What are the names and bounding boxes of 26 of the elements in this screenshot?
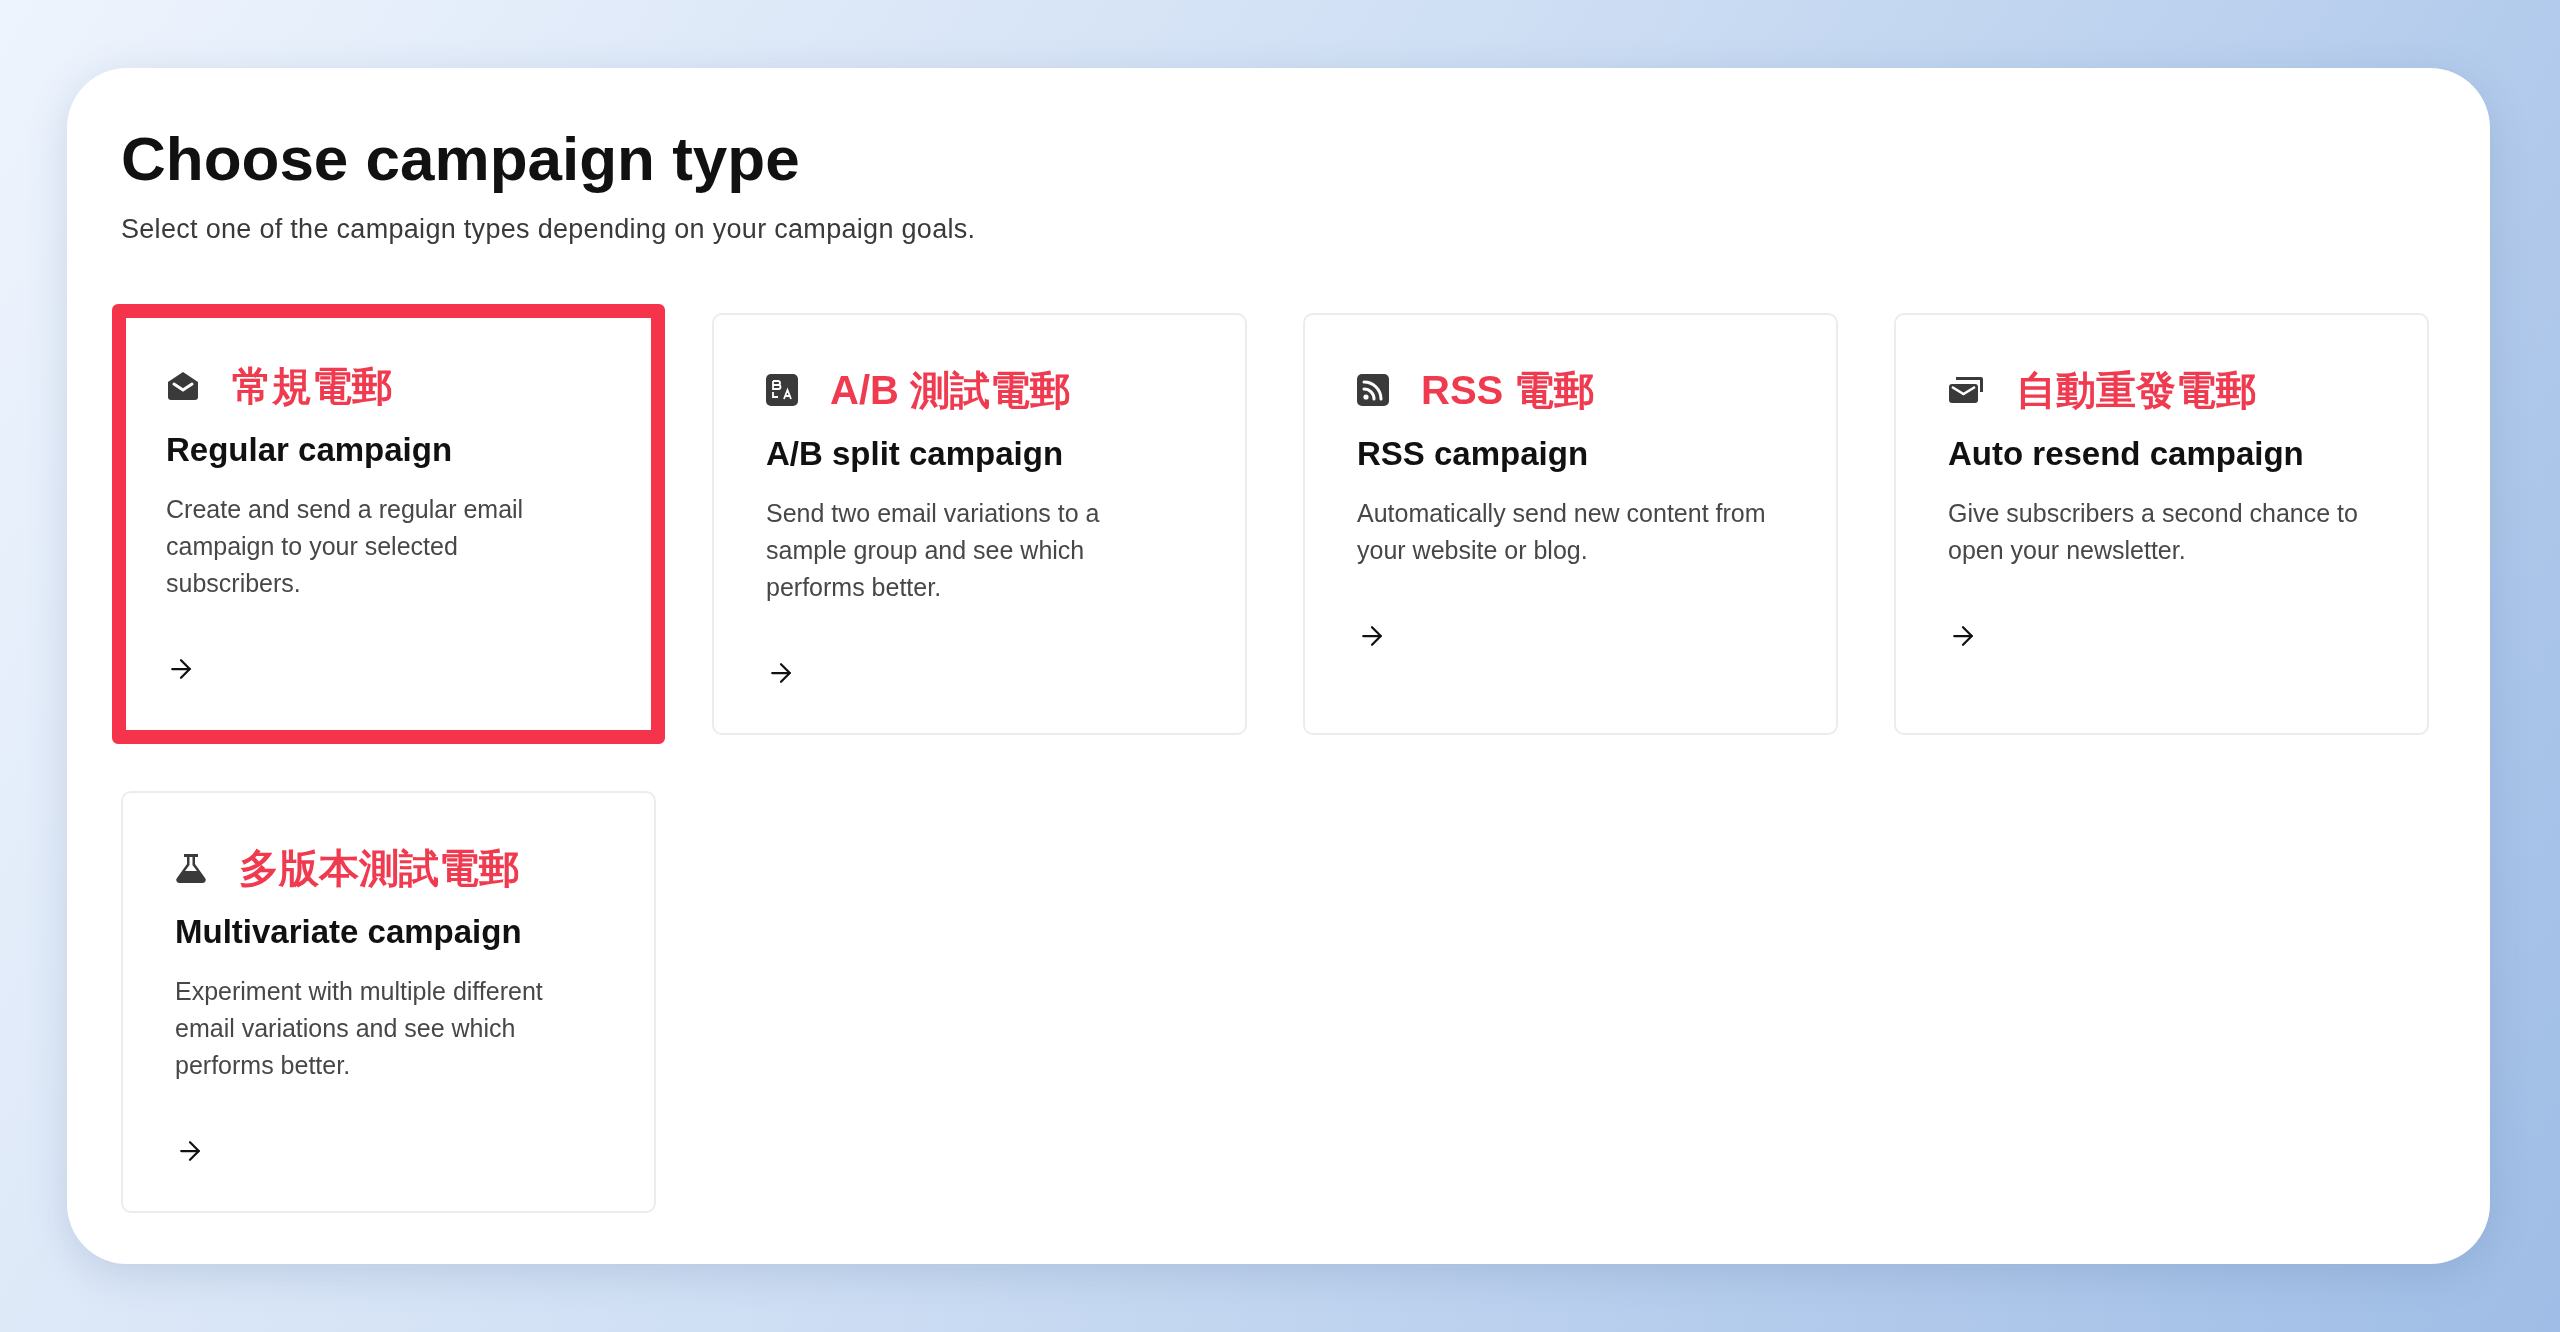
card-description: Send two email variations to a sample group and see which performs better. bbox=[766, 498, 1101, 603]
annotation-label: 多版本測試電郵 bbox=[239, 844, 519, 892]
flask-icon bbox=[175, 852, 207, 884]
card-title: A/B split campaign bbox=[766, 435, 1065, 473]
card-title: RSS campaign bbox=[1357, 435, 1590, 473]
card-title: Auto resend campaign bbox=[1948, 435, 2305, 473]
envelope-icon bbox=[166, 371, 200, 401]
campaign-type-card[interactable]: 常規電郵 Regular campaign Create and send a regular email campaign to your selected subscribers. bbox=[112, 304, 665, 744]
campaign-type-card[interactable]: 自動重發電郵 Auto resend campaign Give subscribers a second chance to open your newsletter. bbox=[1894, 313, 2429, 735]
campaign-type-card[interactable]: RSS 電郵 RSS campaign Automatically send new content from your website or blog. bbox=[1303, 313, 1838, 735]
annotation-label: A/B 測試電郵 bbox=[830, 366, 1070, 414]
card-description: Automatically send new content from your website or blog. bbox=[1357, 498, 1767, 566]
campaign-type-card[interactable]: 多版本測試電郵 Multivariate campaign Experiment with multiple different email variations and see which performs better. bbox=[121, 791, 656, 1213]
translate-icon bbox=[766, 374, 798, 406]
page-subtitle: Select one of the campaign types depending on your campaign goals. bbox=[121, 214, 977, 245]
annotation-label: 常規電郵 bbox=[232, 362, 392, 410]
annotation-label: RSS 電郵 bbox=[1421, 366, 1595, 414]
card-description: Create and send a regular email campaign to your selected subscribers. bbox=[166, 494, 525, 599]
card-title: Regular campaign bbox=[166, 431, 454, 469]
envelopes-icon bbox=[1948, 376, 1984, 404]
campaign-type-card[interactable]: A/B 測試電郵 A/B split campaign Send two email variations to a sample group and see which performs better. bbox=[712, 313, 1247, 735]
rss-icon bbox=[1357, 374, 1389, 406]
card-description: Give subscribers a second chance to open your newsletter. bbox=[1948, 498, 2359, 566]
card-title: Multivariate campaign bbox=[175, 913, 523, 951]
card-description: Experiment with multiple different email variations and see which performs better. bbox=[175, 976, 544, 1081]
annotation-label: 自動重發電郵 bbox=[2016, 366, 2256, 414]
